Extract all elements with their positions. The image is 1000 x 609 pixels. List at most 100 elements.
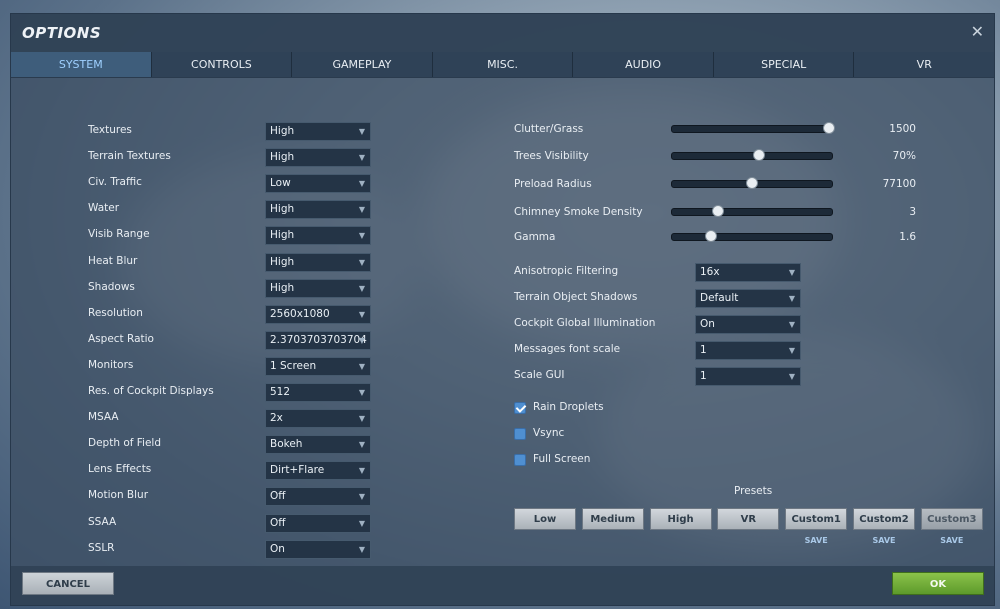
tab-gameplay[interactable]: GAMEPLAY [292,52,433,77]
dropdown-terrain-object-shadows[interactable]: Default ▼ [695,289,801,309]
checkbox-label: Full Screen [533,452,591,465]
preset-medium-button[interactable]: Medium [581,508,644,530]
slider-knob[interactable] [823,122,835,134]
checkbox-full-screen[interactable] [514,453,526,466]
tab-bar: SYSTEM CONTROLS GAMEPLAY MISC. AUDIO SPE… [11,52,995,78]
tab-misc[interactable]: MISC. [432,52,574,77]
checkbox-label: Rain Droplets [533,401,604,413]
preset-custom3-button[interactable]: Custom3 [920,508,983,530]
preset-high-button[interactable]: High [649,508,712,530]
tab-audio[interactable]: AUDIO [573,52,714,77]
label-terrain-textures: Terrain Textures [88,150,171,163]
chevron-down-icon: ▼ [358,231,365,241]
save-custom1-link[interactable]: SAVE [785,536,847,545]
chevron-down-icon: ▼ [358,127,365,136]
dropdown-motion-blur[interactable]: Off ▼ [265,487,371,507]
window-title: OPTIONS [22,24,102,42]
dropdown-value: High [270,151,295,164]
dropdown-value: Dirt+Flare [270,464,325,477]
label-lens-effects: Lens Effects [88,463,152,476]
dropdown-shadows[interactable]: High ▼ [265,278,371,298]
slider-track-chimney-smoke-density[interactable] [671,208,833,216]
dropdown-value: 1 Screen [270,359,317,372]
slider-knob[interactable] [745,177,758,189]
label-trees-visibility: Trees Visibility [514,150,589,162]
dropdown-resolution[interactable]: 2560x1080 ▼ [265,304,371,324]
dropdown-terrain-textures[interactable]: High ▼ [265,148,371,168]
dropdown-sslr[interactable]: On ▼ [265,539,371,559]
dropdown-visib-range[interactable]: High ▼ [265,226,371,246]
chevron-down-icon: ▼ [788,372,795,382]
close-icon[interactable]: ✕ [971,22,984,41]
ok-button[interactable]: OK [892,572,984,595]
dropdown-water[interactable]: High ▼ [265,200,371,220]
chevron-down-icon: ▼ [358,518,365,528]
dropdown-value: Off [270,490,286,503]
label-textures: Textures [88,124,132,136]
dropdown-value: 1 [700,370,707,383]
chevron-down-icon: ▼ [358,414,365,424]
dropdown-cockpit-global-illumination[interactable]: On ▼ [695,315,801,335]
chevron-down-icon: ▼ [358,283,365,293]
preset-custom2-button[interactable]: Custom2 [853,508,915,530]
label-heat-blur: Heat Blur [88,254,138,267]
slider-track-gamma[interactable] [671,233,833,241]
dropdown-monitors[interactable]: 1 Screen ▼ [265,356,371,376]
dropdown-messages-font-scale[interactable]: 1 ▼ [695,341,801,361]
tab-special[interactable]: SPECIAL [713,52,855,77]
label-civ-traffic: Civ. Traffic [88,176,142,189]
footer-bar: CANCEL OK [11,566,994,605]
label-gamma: Gamma [514,231,556,243]
dropdown-aspect-ratio[interactable]: 2.3703703703704 ▼ [265,330,371,350]
chevron-down-icon: ▼ [788,294,795,304]
chevron-down-icon: ▼ [358,440,365,450]
chevron-down-icon: ▼ [358,335,365,345]
dropdown-res-of-cockpit-displays[interactable]: 512 ▼ [265,383,371,402]
slider-knob[interactable] [704,230,717,242]
title-bar: OPTIONS ✕ [11,14,994,52]
dropdown-anisotropic-filtering[interactable]: 16x ▼ [695,263,801,282]
checkbox-label: Vsync [533,426,565,439]
label-clutter-grass: Clutter/Grass [514,123,584,135]
preset-custom1-button[interactable]: Custom1 [785,508,848,530]
dropdown-value: High [270,125,295,137]
label-water: Water [88,202,120,215]
dropdown-civ-traffic[interactable]: Low ▼ [265,174,371,194]
slider-track-clutter-grass[interactable] [671,125,833,133]
chevron-down-icon: ▼ [358,544,365,554]
label-motion-blur: Motion Blur [88,489,149,502]
dropdown-value: Bokeh [270,438,303,451]
dropdown-lens-effects[interactable]: Dirt+Flare ▼ [265,461,371,481]
slider-track-trees-visibility[interactable] [671,152,833,160]
checkbox-vsync[interactable] [514,427,526,440]
dropdown-value: High [270,229,295,242]
checkbox-rain-droplets[interactable] [514,402,526,414]
dropdown-value: High [270,203,295,216]
dropdown-value: On [700,318,715,331]
label-visib-range: Visib Range [88,228,150,241]
options-window: OPTIONS ✕ SYSTEM CONTROLS GAMEPLAY MISC.… [10,13,995,606]
dropdown-ssaa[interactable]: Off ▼ [265,513,371,533]
dropdown-depth-of-field[interactable]: Bokeh ▼ [265,435,371,455]
save-custom2-link[interactable]: SAVE [853,536,915,545]
dropdown-value: 2560x1080 [270,307,330,320]
tab-vr[interactable]: VR [854,52,995,77]
dropdown-value: On [270,542,285,555]
tab-system[interactable]: SYSTEM [11,52,152,77]
preset-vr-button[interactable]: VR [717,508,780,530]
label-ssaa: SSAA [88,515,117,528]
label-msaa: MSAA [88,411,119,424]
dropdown-value: Off [270,516,286,529]
dropdown-value: High [270,255,295,268]
preset-low-button[interactable]: Low [514,508,576,530]
save-custom3-link[interactable]: SAVE [921,536,983,545]
cancel-button[interactable]: CANCEL [22,572,114,595]
label-resolution: Resolution [88,306,143,319]
dropdown-scale-gui[interactable]: 1 ▼ [695,367,801,387]
dropdown-value: 2x [270,412,283,425]
tab-controls[interactable]: CONTROLS [151,52,293,77]
dropdown-msaa[interactable]: 2x ▼ [265,409,371,429]
dropdown-heat-blur[interactable]: High ▼ [265,252,371,272]
chevron-down-icon: ▼ [358,153,365,163]
dropdown-textures[interactable]: High ▼ [265,122,371,141]
